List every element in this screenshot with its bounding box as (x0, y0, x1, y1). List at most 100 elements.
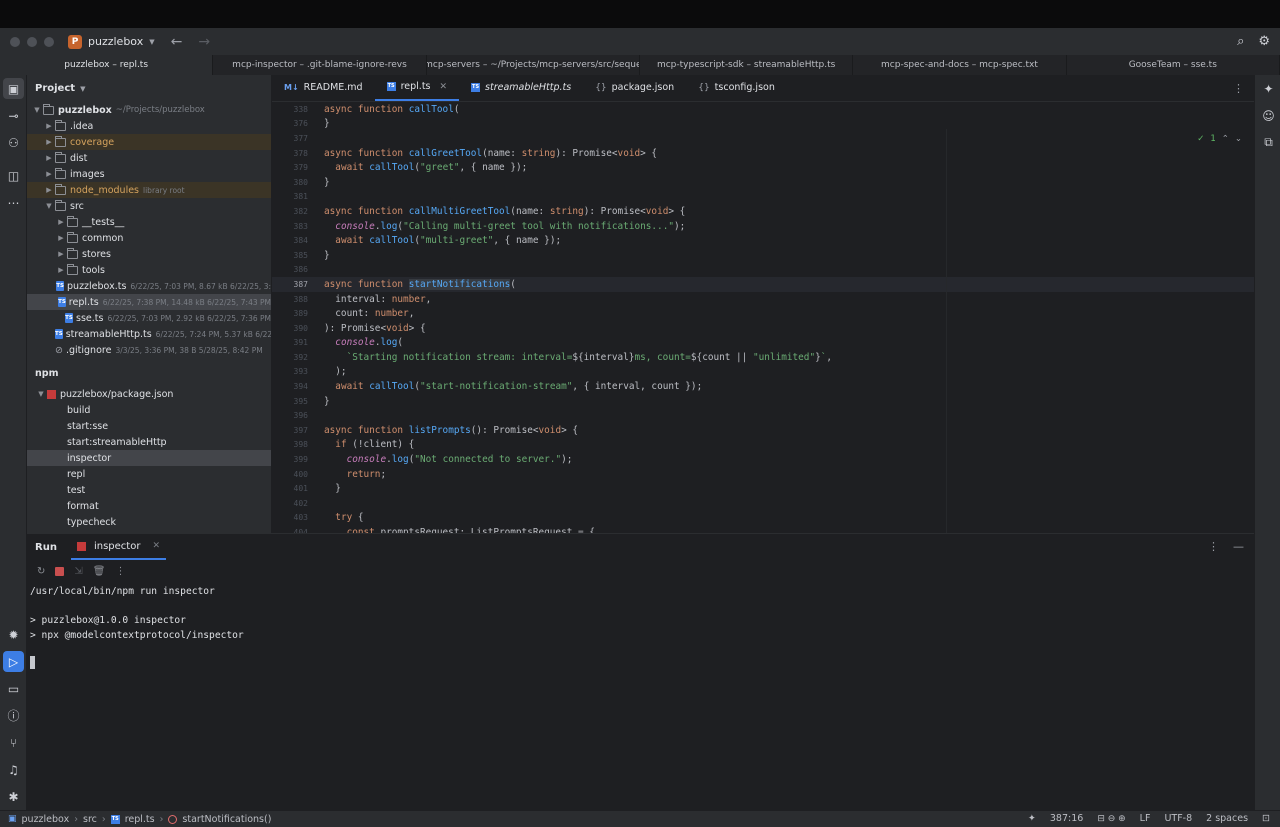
more-vertical-icon[interactable]: ⋮ (115, 566, 125, 577)
more-vertical-icon[interactable]: ⋮ (1233, 82, 1244, 95)
tree-item[interactable]: ▶ __tests__ (27, 214, 271, 230)
copilot-icon[interactable]: ☺ (1258, 105, 1279, 126)
structure-icon[interactable]: ⚇ (3, 132, 24, 153)
tree-item[interactable]: TS puzzlebox.ts 6/22/25, 7:03 PM, 8.67 kB … (27, 278, 271, 294)
text-cursor-icon (30, 656, 35, 670)
lock-icon[interactable]: ⊡ (1262, 813, 1270, 824)
editor-tab[interactable]: TS repl.ts ✕ (374, 75, 460, 101)
npm-package-row[interactable]: ▼ puzzlebox/package.json (27, 386, 271, 402)
more-tools-icon[interactable]: ⋯ (3, 192, 24, 213)
project-panel-header[interactable]: Project ▼ (27, 75, 271, 102)
npm-script-item[interactable]: format (27, 498, 271, 514)
editor-tab[interactable]: TS streamableHttp.ts (459, 75, 583, 101)
bookmarks-icon[interactable]: ◫ (3, 165, 24, 186)
tree-root[interactable]: ▼ puzzlebox ~/Projects/puzzlebox (27, 102, 271, 118)
services-icon[interactable]: ✱ (3, 786, 24, 807)
ai-assistant-icon[interactable]: ✦ (1258, 78, 1279, 99)
minimize-icon[interactable]: — (1233, 540, 1244, 553)
chevron-down-icon[interactable]: ▼ (43, 202, 55, 210)
tree-item[interactable]: ▶ tools (27, 262, 271, 278)
breadcrumb-symbol[interactable]: startNotifications() (182, 814, 271, 825)
cursor-position[interactable]: 387:16 (1050, 813, 1083, 824)
file-encoding[interactable]: UTF-8 (1164, 813, 1192, 824)
tree-item[interactable]: TS repl.ts 6/22/25, 7:38 PM, 14.48 kB 6/22… (27, 294, 271, 310)
tree-item[interactable]: ▶ node_modules library root (27, 182, 271, 198)
chevron-right-icon[interactable]: ▶ (43, 138, 55, 146)
readonly-lock-icon[interactable]: ⊟ ⊖ ⊕ (1097, 814, 1125, 824)
npm-script-item[interactable]: start:streamableHttp (27, 434, 271, 450)
window-tab[interactable]: puzzlebox – repl.ts (0, 55, 214, 75)
editor-tab[interactable]: {} package.json (583, 75, 686, 101)
terminal-icon[interactable]: ▭ (3, 678, 24, 699)
tree-item[interactable]: ▼ src (27, 198, 271, 214)
chevron-down-icon[interactable]: ▼ (35, 390, 47, 398)
project-switcher[interactable]: P puzzlebox ▼ (68, 34, 155, 49)
window-tab[interactable]: mcp-spec-and-docs – mcp-spec.txt (853, 55, 1067, 75)
window-tab[interactable]: mcp-servers – ~/Projects/mcp-servers/src… (426, 55, 640, 75)
line-ending[interactable]: LF (1140, 813, 1151, 824)
tree-item[interactable]: ▶ common (27, 230, 271, 246)
npm-script-item[interactable]: inspector (27, 450, 271, 466)
npm-script-item[interactable]: test (27, 482, 271, 498)
notifications-bell-icon[interactable]: ♫ (3, 759, 24, 780)
tree-item[interactable]: ▶ stores (27, 246, 271, 262)
tree-item[interactable]: ▶ coverage (27, 134, 271, 150)
close-icon[interactable]: ✕ (440, 82, 448, 92)
code-line: 381 (272, 190, 1254, 205)
back-arrow-icon[interactable]: ← (171, 34, 183, 50)
window-controls[interactable] (10, 36, 54, 47)
breadcrumb-project[interactable]: puzzlebox (22, 814, 70, 825)
trash-icon[interactable]: 🗑 (93, 566, 106, 577)
chevron-right-icon[interactable]: ▶ (55, 234, 67, 242)
chevron-right-icon[interactable]: ▶ (43, 170, 55, 178)
project-folder-icon[interactable]: ▣ (3, 78, 24, 99)
chevron-down-icon[interactable]: ▼ (31, 106, 43, 114)
more-vertical-icon[interactable]: ⋮ (1208, 540, 1219, 553)
status-bar: ▣ puzzlebox › src › TS repl.ts › startNo… (0, 810, 1280, 827)
tree-item[interactable]: ▶ .idea (27, 118, 271, 134)
commit-icon[interactable]: ⊸ (3, 105, 24, 126)
chevron-right-icon[interactable]: ▶ (43, 186, 55, 194)
database-icon[interactable]: ⧉ (1258, 132, 1279, 153)
indent-setting[interactable]: 2 spaces (1206, 813, 1248, 824)
npm-script-item[interactable]: repl (27, 466, 271, 482)
breadcrumb-file[interactable]: repl.ts (125, 814, 155, 825)
chevron-right-icon[interactable]: ▶ (55, 218, 67, 226)
npm-script-item[interactable]: typecheck (27, 514, 271, 530)
chevron-right-icon[interactable]: ▶ (55, 266, 67, 274)
git-branch-icon[interactable]: ⑂ (3, 732, 24, 753)
restore-layout-icon[interactable]: ⇲ (74, 566, 82, 577)
problems-icon[interactable]: ⓘ (3, 705, 24, 726)
window-tab[interactable]: GooseTeam – sse.ts (1066, 55, 1280, 75)
debug-icon[interactable]: ✹ (3, 624, 24, 645)
tree-item[interactable]: TS sse.ts 6/22/25, 7:03 PM, 2.92 kB 6/22/2… (27, 310, 271, 326)
console-output[interactable]: /usr/local/bin/npm run inspector > puzzle… (27, 582, 1254, 675)
chevron-up-icon[interactable]: ⌃ (1222, 134, 1229, 144)
tree-item[interactable]: ▶ images (27, 166, 271, 182)
code-view[interactable]: ✓ 1 ⌃ ⌄ 338 async function callTool(376} 3… (272, 102, 1254, 533)
breadcrumb-src[interactable]: src (83, 814, 97, 825)
tree-item[interactable]: TS streamableHttp.ts 6/22/25, 7:24 PM, 5.3… (27, 326, 271, 342)
chevron-right-icon[interactable]: ▶ (43, 154, 55, 162)
npm-script-item[interactable]: start:sse (27, 418, 271, 434)
window-tab[interactable]: mcp-typescript-sdk – streamableHttp.ts (639, 55, 854, 75)
rerun-icon[interactable]: ↻ (37, 566, 45, 577)
settings-gear-icon[interactable]: ⚙ (1258, 34, 1270, 49)
chevron-right-icon[interactable]: ▶ (43, 122, 55, 130)
npm-script-item[interactable]: build (27, 402, 271, 418)
inspection-widget[interactable]: ✓ 1 ⌃ ⌄ (1197, 134, 1242, 144)
editor-tab[interactable]: {} tsconfig.json (686, 75, 787, 101)
tree-item[interactable]: ⊘ .gitignore 3/3/25, 3:36 PM, 38 B 5/28/25… (27, 342, 271, 358)
forward-arrow-icon[interactable]: → (198, 34, 210, 50)
ai-sparkle-icon[interactable]: ✦ (1028, 813, 1036, 824)
close-icon[interactable]: ✕ (152, 541, 160, 551)
chevron-down-icon[interactable]: ⌄ (1235, 134, 1242, 144)
chevron-right-icon[interactable]: ▶ (55, 250, 67, 258)
stop-icon[interactable] (55, 566, 65, 576)
tree-item[interactable]: ▶ dist (27, 150, 271, 166)
editor-tab[interactable]: M↓ README.md (272, 75, 375, 101)
run-tab-inspector[interactable]: inspector ✕ (70, 534, 166, 560)
window-tab[interactable]: mcp-inspector – .git-blame-ignore-revs (213, 55, 427, 75)
search-icon[interactable]: ⌕ (1237, 34, 1244, 49)
run-icon[interactable]: ▷ (3, 651, 24, 672)
